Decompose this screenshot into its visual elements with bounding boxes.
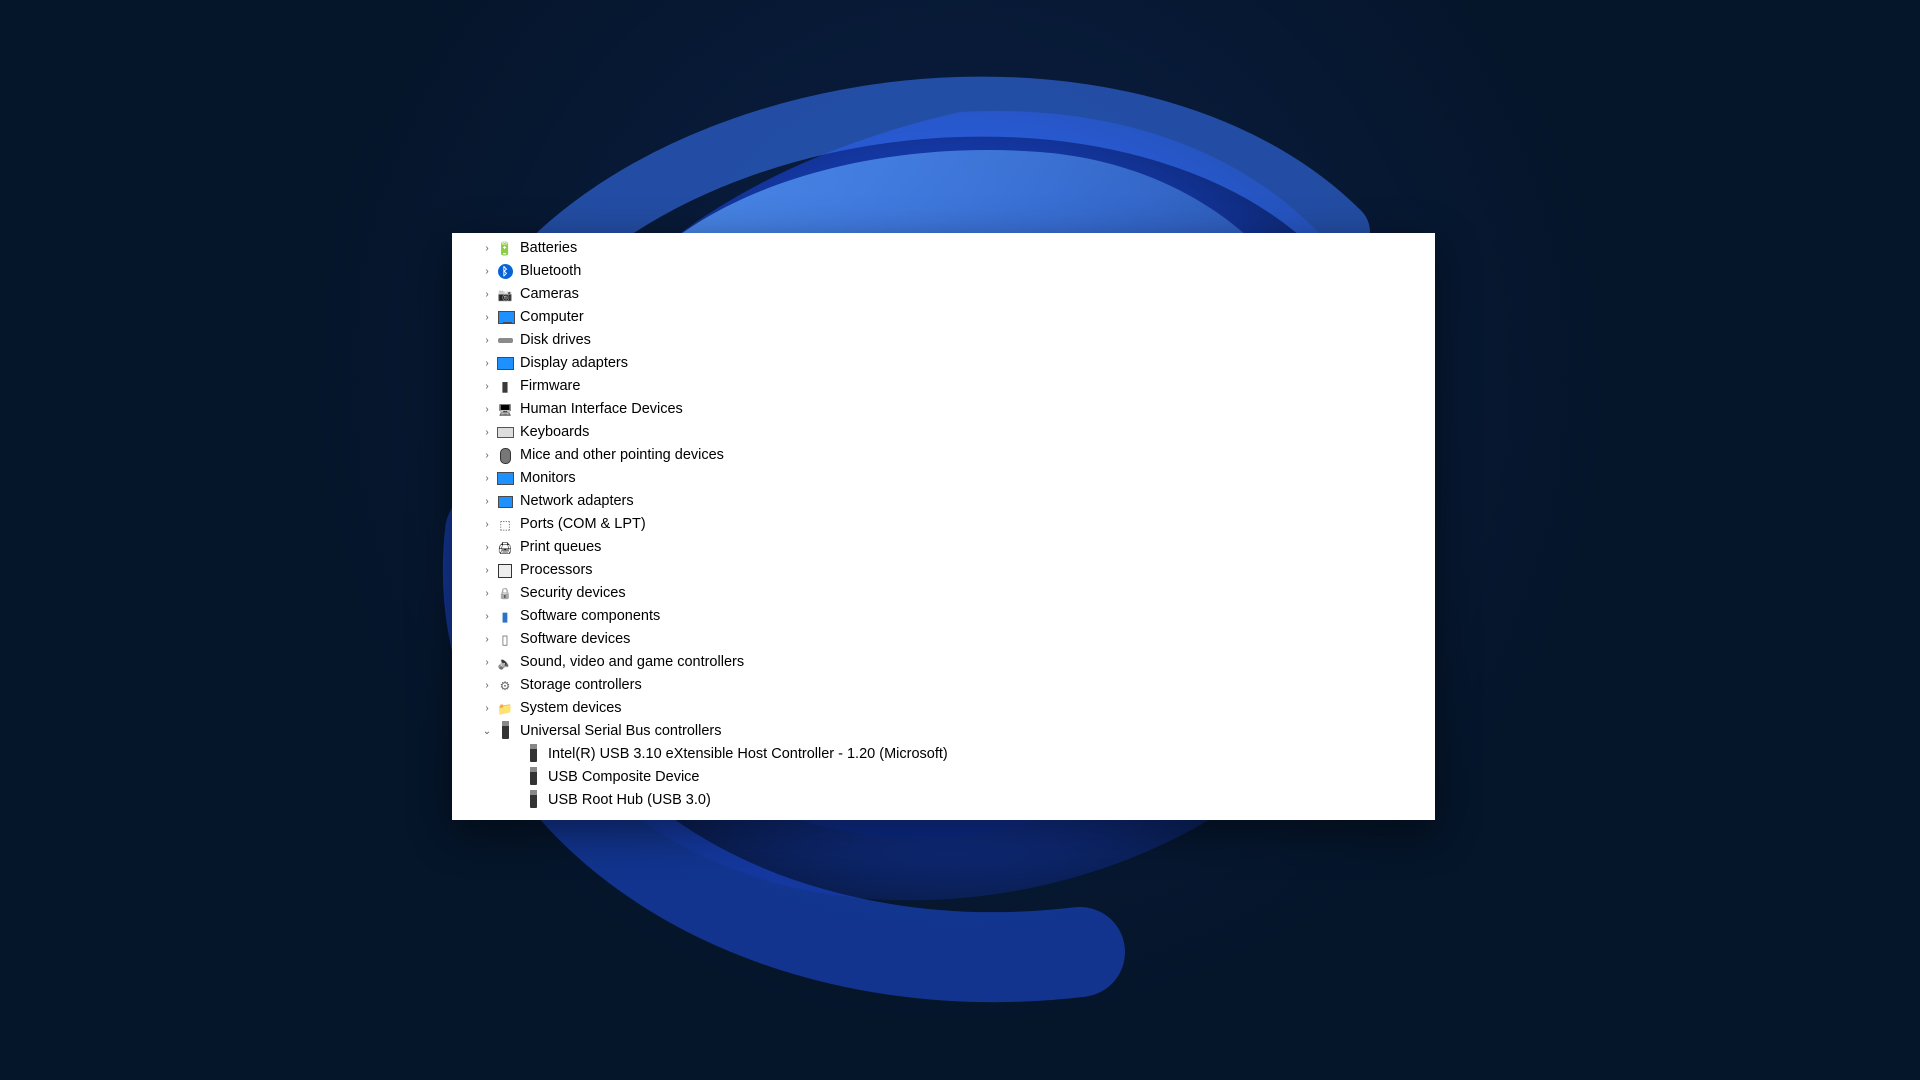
- tree-category[interactable]: › Firmware: [452, 375, 1435, 398]
- tree-category-label: Disk drives: [520, 333, 591, 348]
- chevron-right-icon[interactable]: ›: [480, 288, 494, 302]
- firmware-icon: [496, 378, 514, 396]
- tree-category-label: Keyboards: [520, 425, 589, 440]
- tree-category-label: Monitors: [520, 471, 576, 486]
- chevron-right-icon[interactable]: ›: [480, 449, 494, 463]
- swdev-icon: [496, 631, 514, 649]
- tree-category[interactable]: › Print queues: [452, 536, 1435, 559]
- chevron-right-icon[interactable]: ›: [480, 679, 494, 693]
- tree-category[interactable]: › Software devices: [452, 628, 1435, 651]
- chevron-right-icon[interactable]: ›: [480, 633, 494, 647]
- chevron-right-icon[interactable]: ›: [480, 242, 494, 256]
- chevron-right-icon[interactable]: ›: [480, 403, 494, 417]
- usb-icon: [496, 723, 514, 741]
- tree-category-label: Security devices: [520, 586, 626, 601]
- tree-category[interactable]: › Disk drives: [452, 329, 1435, 352]
- tree-category[interactable]: › Ports (COM & LPT): [452, 513, 1435, 536]
- chevron-right-icon[interactable]: ›: [480, 334, 494, 348]
- tree-category[interactable]: › Sound, video and game controllers: [452, 651, 1435, 674]
- tree-category[interactable]: › Bluetooth: [452, 260, 1435, 283]
- device-manager-window: › Batteries › Bluetooth › Cameras › Computer › Di…: [452, 233, 1435, 820]
- tree-category-label: Batteries: [520, 241, 577, 256]
- chevron-right-icon[interactable]: ›: [480, 610, 494, 624]
- device-tree[interactable]: › Batteries › Bluetooth › Cameras › Computer › Di…: [452, 233, 1435, 820]
- chevron-right-icon[interactable]: ›: [480, 472, 494, 486]
- network-icon: [496, 493, 514, 511]
- chevron-right-icon[interactable]: ›: [480, 518, 494, 532]
- tree-category-label: Network adapters: [520, 494, 634, 509]
- hid-icon: [496, 401, 514, 419]
- tree-category[interactable]: › Display adapters: [452, 352, 1435, 375]
- system-icon: [496, 700, 514, 718]
- computer-icon: [496, 309, 514, 327]
- chevron-right-icon[interactable]: ›: [480, 311, 494, 325]
- tree-category-label: Mice and other pointing devices: [520, 448, 724, 463]
- monitor-icon: [496, 470, 514, 488]
- tree-category-label: Display adapters: [520, 356, 628, 371]
- tree-category-label: Computer: [520, 310, 584, 325]
- chevron-right-icon[interactable]: ›: [480, 541, 494, 555]
- tree-category[interactable]: › Processors: [452, 559, 1435, 582]
- chevron-right-icon[interactable]: ›: [480, 265, 494, 279]
- chevron-right-icon[interactable]: ›: [480, 564, 494, 578]
- tree-device-label: Intel(R) USB 3.10 eXtensible Host Contro…: [548, 747, 948, 762]
- tree-category-label: Storage controllers: [520, 678, 642, 693]
- tree-category-label: Ports (COM & LPT): [520, 517, 646, 532]
- processor-icon: [496, 562, 514, 580]
- tree-category[interactable]: › Computer: [452, 306, 1435, 329]
- port-icon: [496, 516, 514, 534]
- tree-device[interactable]: USB Composite Device: [452, 766, 1435, 789]
- tree-category-label: Universal Serial Bus controllers: [520, 724, 721, 739]
- tree-category-label: Print queues: [520, 540, 601, 555]
- tree-category[interactable]: ⌄ Universal Serial Bus controllers: [452, 720, 1435, 743]
- security-icon: [496, 585, 514, 603]
- mouse-icon: [496, 447, 514, 465]
- tree-category[interactable]: › Mice and other pointing devices: [452, 444, 1435, 467]
- tree-category[interactable]: › Human Interface Devices: [452, 398, 1435, 421]
- sound-icon: [496, 654, 514, 672]
- chevron-right-icon[interactable]: ›: [480, 426, 494, 440]
- tree-category[interactable]: › Network adapters: [452, 490, 1435, 513]
- usb-icon: [524, 746, 542, 764]
- tree-category[interactable]: › System devices: [452, 697, 1435, 720]
- tree-category-label: Firmware: [520, 379, 580, 394]
- tree-category[interactable]: › Batteries: [452, 237, 1435, 260]
- tree-category-label: Software devices: [520, 632, 630, 647]
- chevron-right-icon[interactable]: ›: [480, 702, 494, 716]
- tree-device-label: USB Root Hub (USB 3.0): [548, 793, 711, 808]
- tree-category[interactable]: › Software components: [452, 605, 1435, 628]
- battery-icon: [496, 240, 514, 258]
- keyboard-icon: [496, 424, 514, 442]
- tree-device[interactable]: USB Root Hub (USB 3.0): [452, 789, 1435, 812]
- tree-category-label: Human Interface Devices: [520, 402, 683, 417]
- chevron-down-icon[interactable]: ⌄: [480, 725, 494, 739]
- tree-category[interactable]: › Keyboards: [452, 421, 1435, 444]
- tree-category[interactable]: › Security devices: [452, 582, 1435, 605]
- tree-category[interactable]: › Cameras: [452, 283, 1435, 306]
- usb-icon: [524, 792, 542, 810]
- tree-category-label: Bluetooth: [520, 264, 581, 279]
- tree-category-label: Sound, video and game controllers: [520, 655, 744, 670]
- storage-icon: [496, 677, 514, 695]
- tree-category[interactable]: › Storage controllers: [452, 674, 1435, 697]
- chevron-right-icon[interactable]: ›: [480, 357, 494, 371]
- tree-device-label: USB Composite Device: [548, 770, 700, 785]
- camera-icon: [496, 286, 514, 304]
- chevron-right-icon[interactable]: ›: [480, 495, 494, 509]
- tree-category-label: System devices: [520, 701, 622, 716]
- tree-category-label: Cameras: [520, 287, 579, 302]
- display-icon: [496, 355, 514, 373]
- bluetooth-icon: [496, 263, 514, 281]
- chevron-right-icon[interactable]: ›: [480, 656, 494, 670]
- tree-category-label: Processors: [520, 563, 593, 578]
- swcomp-icon: [496, 608, 514, 626]
- usb-icon: [524, 769, 542, 787]
- tree-device[interactable]: Intel(R) USB 3.10 eXtensible Host Contro…: [452, 743, 1435, 766]
- disk-icon: [496, 332, 514, 350]
- chevron-right-icon[interactable]: ›: [480, 380, 494, 394]
- chevron-right-icon[interactable]: ›: [480, 587, 494, 601]
- tree-category-label: Software components: [520, 609, 660, 624]
- tree-category[interactable]: › Monitors: [452, 467, 1435, 490]
- printer-icon: [496, 539, 514, 557]
